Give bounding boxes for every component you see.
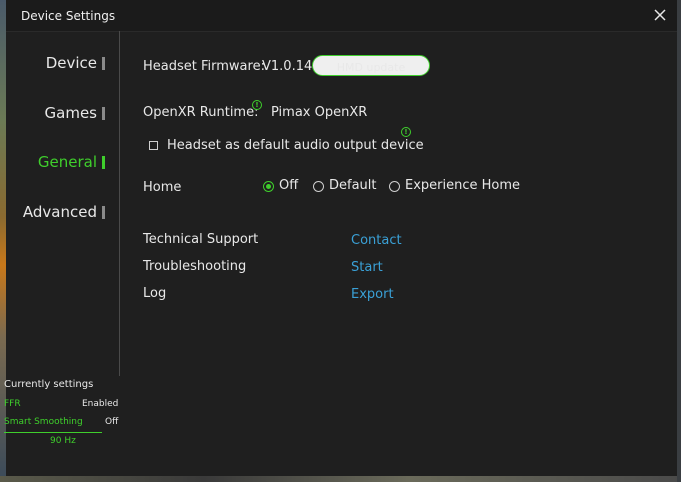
title-bar: Device Settings (6, 0, 677, 32)
troubleshooting-label: Troubleshooting (143, 259, 247, 274)
sidebar-item-label: General (37, 153, 97, 171)
home-radio-experience-home[interactable] (389, 181, 400, 192)
sidebar-nav: Device Games General Advanced (6, 31, 120, 376)
nav-indicator (102, 206, 105, 219)
log-label: Log (143, 286, 167, 301)
smart-smoothing-value: Off (105, 417, 119, 427)
firmware-label: Headset Firmware: (143, 59, 265, 74)
close-icon[interactable] (651, 6, 669, 24)
home-option-off: Off (279, 178, 299, 193)
window-title: Device Settings (21, 9, 116, 23)
status-divider (4, 432, 102, 433)
nav-indicator (102, 57, 105, 70)
current-settings-title: Currently settings (4, 379, 94, 390)
sidebar-item-advanced[interactable]: Advanced (22, 203, 105, 221)
home-option-default: Default (329, 178, 377, 193)
nav-indicator (102, 156, 105, 169)
log-export-link[interactable]: Export (351, 287, 394, 302)
background-desktop-right (677, 0, 681, 482)
openxr-value: Pimax OpenXR (271, 105, 368, 120)
sidebar-item-device[interactable]: Device (45, 54, 105, 72)
device-settings-window: Device Settings Device Games General Adv… (4, 0, 677, 476)
openxr-label: OpenXR Runtime: (143, 105, 259, 120)
support-label: Technical Support (143, 232, 259, 247)
contact-link[interactable]: Contact (351, 233, 402, 248)
audio-default-label: Headset as default audio output device (167, 138, 424, 153)
hmd-update-button[interactable]: HMD update (312, 55, 430, 76)
background-desktop-bottom (0, 476, 681, 482)
ffr-value: Enabled (82, 399, 119, 409)
sidebar-item-general[interactable]: General (37, 153, 105, 171)
sidebar-item-label: Device (45, 54, 97, 72)
sidebar-item-games[interactable]: Games (44, 104, 105, 122)
firmware-version: V1.0.14 (262, 59, 313, 74)
home-label: Home (143, 180, 182, 195)
home-radio-default[interactable] (313, 181, 324, 192)
home-radio-off[interactable] (263, 181, 274, 192)
troubleshooting-start-link[interactable]: Start (351, 260, 383, 275)
sidebar-item-label: Advanced (22, 203, 97, 221)
home-option-experience-home: Experience Home (405, 178, 521, 193)
smart-smoothing-label: Smart Smoothing (4, 417, 83, 427)
openxr-info-icon[interactable]: ! (252, 100, 262, 110)
audio-default-checkbox[interactable] (149, 141, 158, 150)
nav-indicator (102, 107, 105, 120)
ffr-label: FFR (4, 399, 21, 409)
sidebar-item-label: Games (44, 104, 97, 122)
audio-info-icon[interactable]: ! (401, 127, 411, 137)
refresh-rate: 90 Hz (50, 436, 76, 446)
